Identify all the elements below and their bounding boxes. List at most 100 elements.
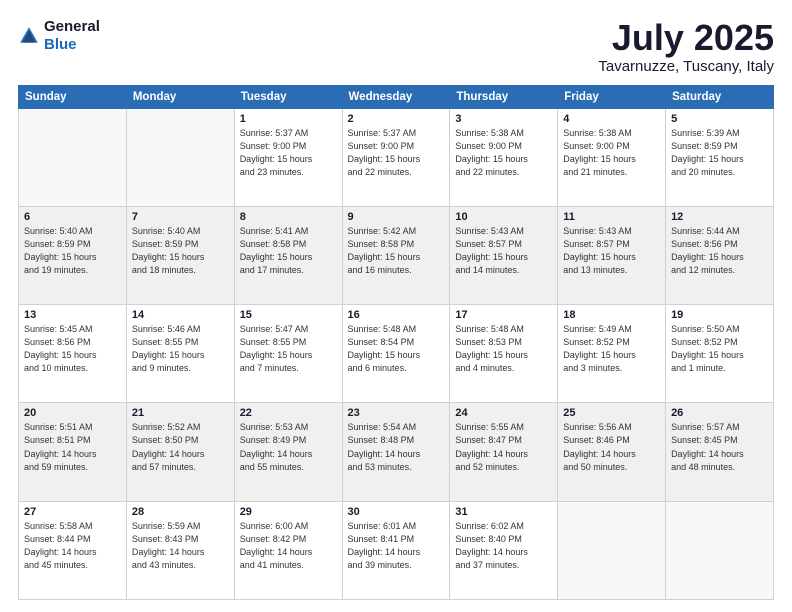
- calendar-cell: 30 Sunrise: 6:01 AM Sunset: 8:41 PM Dayli…: [342, 501, 450, 599]
- day-number: 12: [671, 211, 768, 223]
- day-number: 31: [455, 506, 552, 518]
- calendar-header-row: SundayMondayTuesdayWednesdayThursdayFrid…: [19, 85, 774, 108]
- calendar-week-row: 6 Sunrise: 5:40 AM Sunset: 8:59 PM Daylig…: [19, 206, 774, 304]
- cell-content: Sunrise: 5:40 AM Sunset: 8:59 PM Dayligh…: [132, 225, 229, 277]
- calendar-cell: 29 Sunrise: 6:00 AM Sunset: 8:42 PM Dayli…: [234, 501, 342, 599]
- calendar-header-wednesday: Wednesday: [342, 85, 450, 108]
- calendar-cell: 4 Sunrise: 5:38 AM Sunset: 9:00 PM Daylig…: [558, 108, 666, 206]
- calendar-cell: 26 Sunrise: 5:57 AM Sunset: 8:45 PM Dayli…: [666, 403, 774, 501]
- calendar-cell: 24 Sunrise: 5:55 AM Sunset: 8:47 PM Dayli…: [450, 403, 558, 501]
- cell-content: Sunrise: 5:51 AM Sunset: 8:51 PM Dayligh…: [24, 421, 121, 473]
- day-number: 21: [132, 407, 229, 419]
- calendar-cell: 23Sunrise: 5:54 AM Sunset: 8:48 PM Dayli…: [342, 403, 450, 501]
- calendar-cell: 22Sunrise: 5:53 AM Sunset: 8:49 PM Dayli…: [234, 403, 342, 501]
- calendar-cell: 10Sunrise: 5:43 AM Sunset: 8:57 PM Dayli…: [450, 206, 558, 304]
- day-number: 17: [455, 309, 552, 321]
- calendar-header-monday: Monday: [126, 85, 234, 108]
- day-number: 14: [132, 309, 229, 321]
- calendar-cell: 1 Sunrise: 5:37 AM Sunset: 9:00 PM Daylig…: [234, 108, 342, 206]
- day-number: 9: [348, 211, 445, 223]
- cell-content: Sunrise: 5:37 AM Sunset: 9:00 PM Dayligh…: [240, 127, 337, 179]
- cell-content: Sunrise: 5:49 AM Sunset: 8:52 PM Dayligh…: [563, 323, 660, 375]
- day-number: 30: [348, 506, 445, 518]
- calendar-cell: 18 Sunrise: 5:49 AM Sunset: 8:52 PM Dayli…: [558, 305, 666, 403]
- calendar-cell: [126, 108, 234, 206]
- calendar-cell: 21Sunrise: 5:52 AM Sunset: 8:50 PM Dayli…: [126, 403, 234, 501]
- cell-content: Sunrise: 5:48 AM Sunset: 8:54 PM Dayligh…: [348, 323, 445, 375]
- page: General Blue July 2025 Tavarnuzze, Tusca…: [0, 0, 792, 612]
- calendar-cell: 2 Sunrise: 5:37 AM Sunset: 9:00 PM Daylig…: [342, 108, 450, 206]
- cell-content: Sunrise: 5:56 AM Sunset: 8:46 PM Dayligh…: [563, 421, 660, 473]
- day-number: 23: [348, 407, 445, 419]
- calendar-cell: 3Sunrise: 5:38 AM Sunset: 9:00 PM Daylig…: [450, 108, 558, 206]
- calendar-week-row: 13 Sunrise: 5:45 AM Sunset: 8:56 PM Dayli…: [19, 305, 774, 403]
- calendar-cell: 8 Sunrise: 5:41 AM Sunset: 8:58 PM Daylig…: [234, 206, 342, 304]
- calendar-cell: 15 Sunrise: 5:47 AM Sunset: 8:55 PM Dayli…: [234, 305, 342, 403]
- cell-content: Sunrise: 5:38 AM Sunset: 9:00 PM Dayligh…: [455, 127, 552, 179]
- day-number: 27: [24, 506, 121, 518]
- calendar-cell: 9 Sunrise: 5:42 AM Sunset: 8:58 PM Daylig…: [342, 206, 450, 304]
- day-number: 28: [132, 506, 229, 518]
- cell-content: Sunrise: 6:02 AM Sunset: 8:40 PM Dayligh…: [455, 520, 552, 572]
- cell-content: Sunrise: 5:53 AM Sunset: 8:49 PM Dayligh…: [240, 421, 337, 473]
- day-number: 7: [132, 211, 229, 223]
- day-number: 11: [563, 211, 660, 223]
- cell-content: Sunrise: 6:00 AM Sunset: 8:42 PM Dayligh…: [240, 520, 337, 572]
- cell-content: Sunrise: 5:43 AM Sunset: 8:57 PM Dayligh…: [563, 225, 660, 277]
- calendar-header-thursday: Thursday: [450, 85, 558, 108]
- calendar-cell: 20Sunrise: 5:51 AM Sunset: 8:51 PM Dayli…: [19, 403, 127, 501]
- day-number: 18: [563, 309, 660, 321]
- day-number: 25: [563, 407, 660, 419]
- calendar-week-row: 1 Sunrise: 5:37 AM Sunset: 9:00 PM Daylig…: [19, 108, 774, 206]
- title-block: July 2025 Tavarnuzze, Tuscany, Italy: [598, 18, 774, 75]
- calendar-header-sunday: Sunday: [19, 85, 127, 108]
- cell-content: Sunrise: 5:37 AM Sunset: 9:00 PM Dayligh…: [348, 127, 445, 179]
- calendar-table: SundayMondayTuesdayWednesdayThursdayFrid…: [18, 85, 774, 600]
- cell-content: Sunrise: 5:38 AM Sunset: 9:00 PM Dayligh…: [563, 127, 660, 179]
- day-number: 16: [348, 309, 445, 321]
- calendar-cell: 25 Sunrise: 5:56 AM Sunset: 8:46 PM Dayli…: [558, 403, 666, 501]
- logo-text: General Blue: [44, 18, 100, 54]
- day-number: 10: [455, 211, 552, 223]
- calendar-week-row: 20Sunrise: 5:51 AM Sunset: 8:51 PM Dayli…: [19, 403, 774, 501]
- calendar-cell: [666, 501, 774, 599]
- day-number: 1: [240, 113, 337, 125]
- logo-blue: Blue: [44, 36, 77, 53]
- day-number: 24: [455, 407, 552, 419]
- cell-content: Sunrise: 5:42 AM Sunset: 8:58 PM Dayligh…: [348, 225, 445, 277]
- calendar-header-tuesday: Tuesday: [234, 85, 342, 108]
- calendar-cell: [558, 501, 666, 599]
- day-number: 15: [240, 309, 337, 321]
- location-title: Tavarnuzze, Tuscany, Italy: [598, 58, 774, 75]
- cell-content: Sunrise: 5:44 AM Sunset: 8:56 PM Dayligh…: [671, 225, 768, 277]
- day-number: 19: [671, 309, 768, 321]
- cell-content: Sunrise: 5:58 AM Sunset: 8:44 PM Dayligh…: [24, 520, 121, 572]
- day-number: 5: [671, 113, 768, 125]
- calendar-cell: 19Sunrise: 5:50 AM Sunset: 8:52 PM Dayli…: [666, 305, 774, 403]
- logo-general: General: [44, 18, 100, 35]
- cell-content: Sunrise: 5:41 AM Sunset: 8:58 PM Dayligh…: [240, 225, 337, 277]
- day-number: 29: [240, 506, 337, 518]
- cell-content: Sunrise: 5:59 AM Sunset: 8:43 PM Dayligh…: [132, 520, 229, 572]
- header: General Blue July 2025 Tavarnuzze, Tusca…: [18, 18, 774, 75]
- logo: General Blue: [18, 18, 100, 54]
- cell-content: Sunrise: 5:57 AM Sunset: 8:45 PM Dayligh…: [671, 421, 768, 473]
- calendar-cell: 27 Sunrise: 5:58 AM Sunset: 8:44 PM Dayli…: [19, 501, 127, 599]
- calendar-cell: 16 Sunrise: 5:48 AM Sunset: 8:54 PM Dayli…: [342, 305, 450, 403]
- day-number: 13: [24, 309, 121, 321]
- day-number: 6: [24, 211, 121, 223]
- cell-content: Sunrise: 5:45 AM Sunset: 8:56 PM Dayligh…: [24, 323, 121, 375]
- cell-content: Sunrise: 6:01 AM Sunset: 8:41 PM Dayligh…: [348, 520, 445, 572]
- day-number: 26: [671, 407, 768, 419]
- month-title: July 2025: [598, 18, 774, 58]
- cell-content: Sunrise: 5:39 AM Sunset: 8:59 PM Dayligh…: [671, 127, 768, 179]
- calendar-cell: 11 Sunrise: 5:43 AM Sunset: 8:57 PM Dayli…: [558, 206, 666, 304]
- cell-content: Sunrise: 5:40 AM Sunset: 8:59 PM Dayligh…: [24, 225, 121, 277]
- calendar-header-saturday: Saturday: [666, 85, 774, 108]
- cell-content: Sunrise: 5:47 AM Sunset: 8:55 PM Dayligh…: [240, 323, 337, 375]
- cell-content: Sunrise: 5:55 AM Sunset: 8:47 PM Dayligh…: [455, 421, 552, 473]
- cell-content: Sunrise: 5:46 AM Sunset: 8:55 PM Dayligh…: [132, 323, 229, 375]
- day-number: 8: [240, 211, 337, 223]
- day-number: 2: [348, 113, 445, 125]
- day-number: 4: [563, 113, 660, 125]
